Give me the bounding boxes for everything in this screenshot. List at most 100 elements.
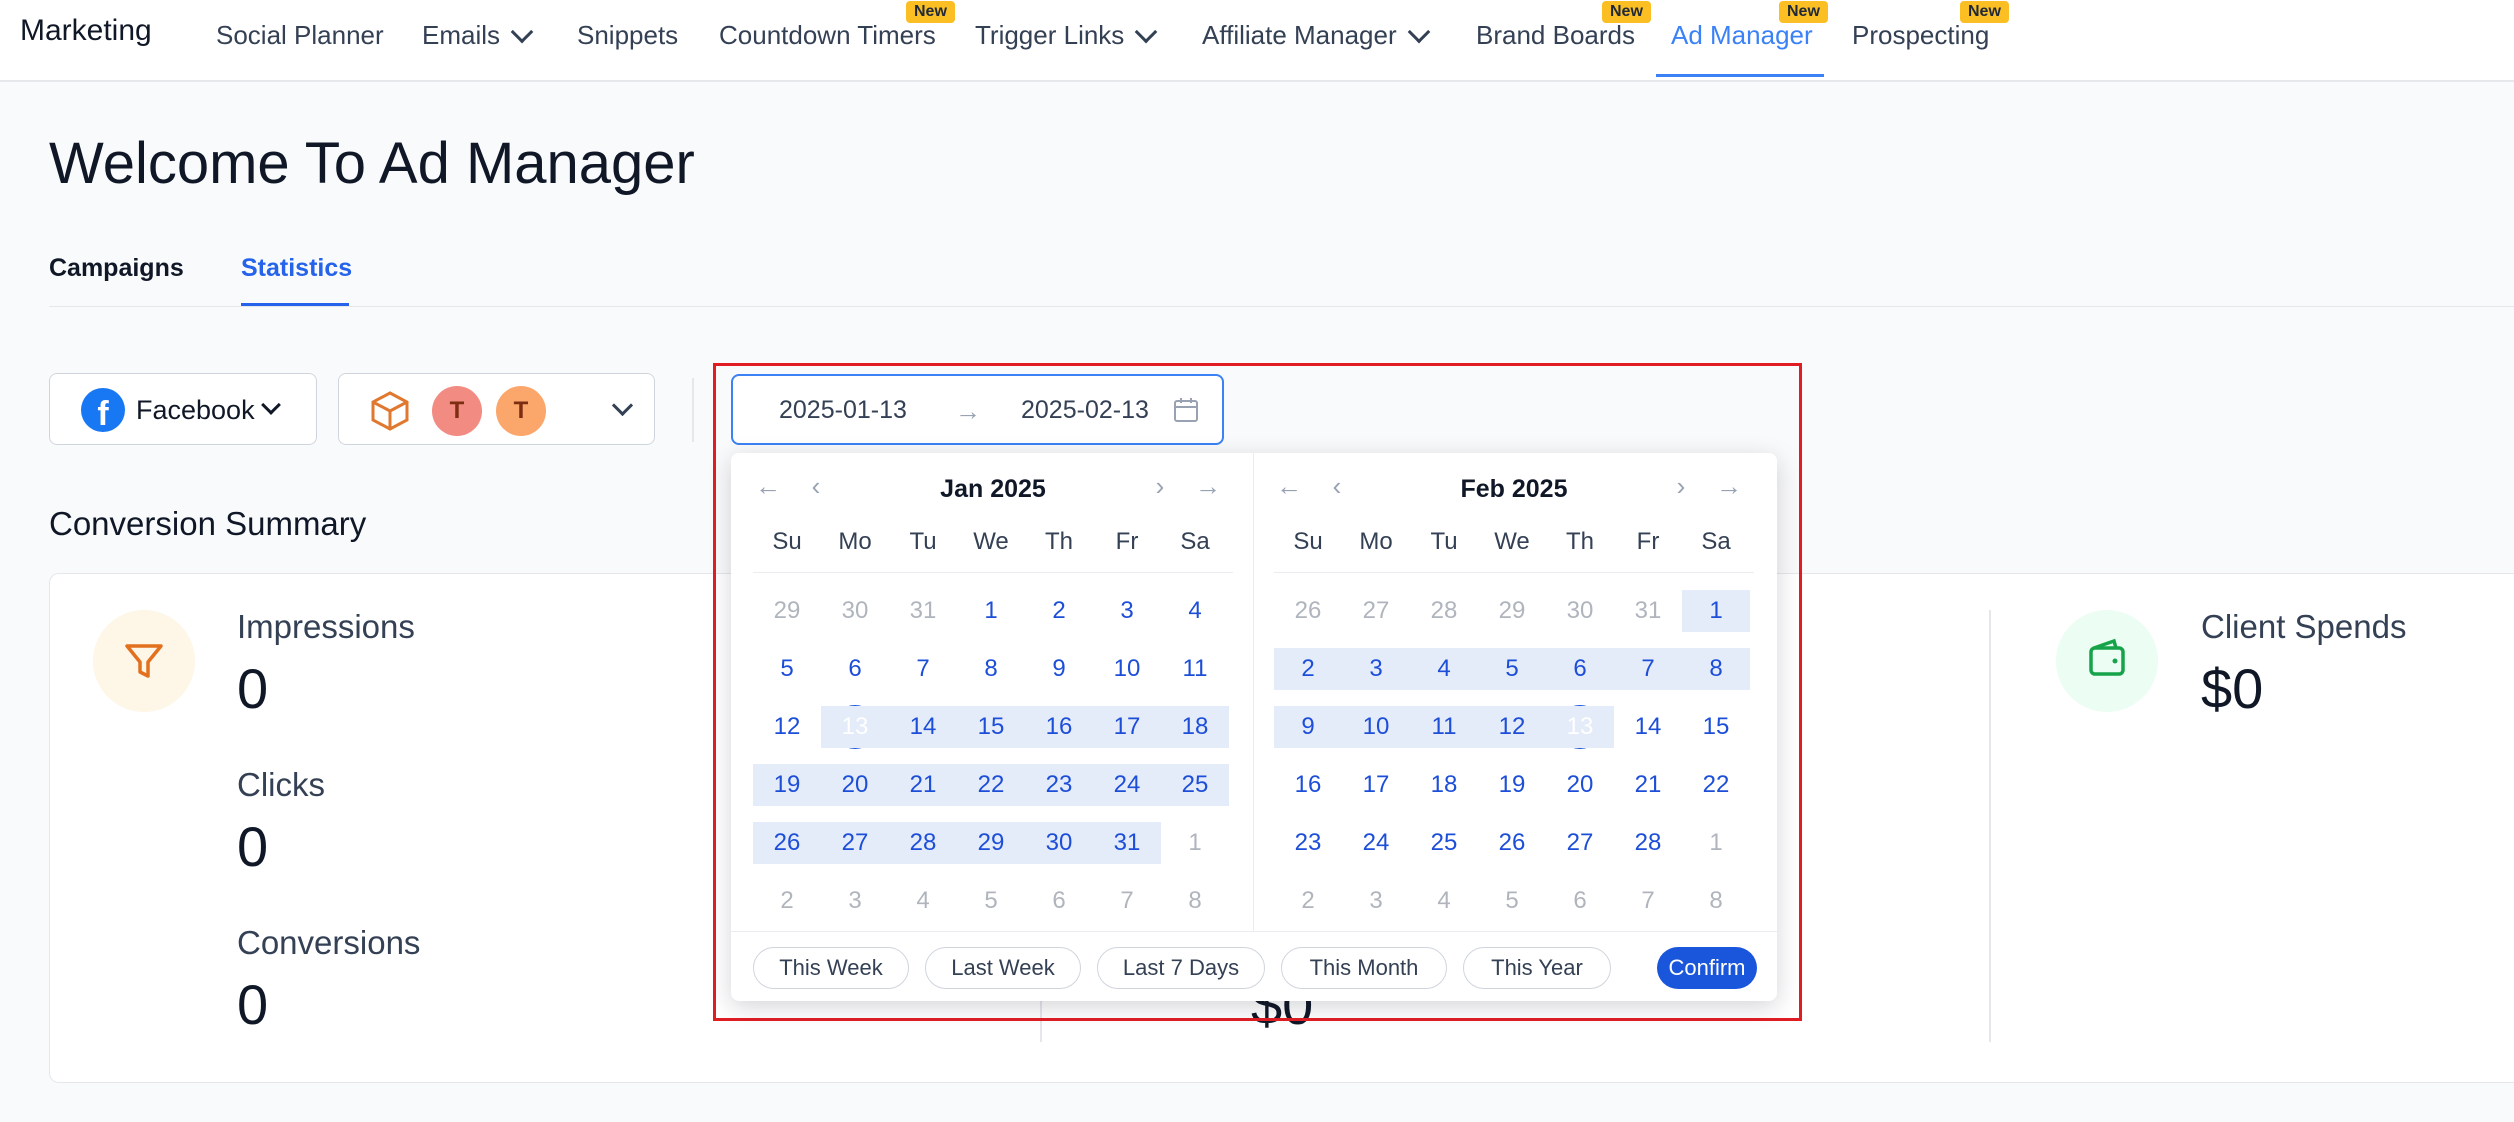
nav-countdown-timers[interactable]: Countdown Timers [719,20,936,51]
calendar-day[interactable]: 26 [1478,822,1546,864]
calendar-day[interactable]: 3 [1342,648,1410,690]
calendar-day[interactable]: 5 [957,880,1025,922]
calendar-day[interactable]: 15 [1682,706,1750,748]
calendar-day[interactable]: 2 [753,880,821,922]
date-range-input[interactable]: 2025-01-13 → 2025-02-13 [731,374,1224,445]
calendar-day[interactable]: 16 [1025,706,1093,748]
calendar-day[interactable]: 6 [1546,880,1614,922]
calendar-day[interactable]: 4 [889,880,957,922]
confirm-button[interactable]: Confirm [1657,947,1757,989]
platform-select[interactable]: f Facebook [49,373,317,445]
preset-last-week[interactable]: Last Week [925,947,1081,989]
calendar-day[interactable]: 20 [1546,764,1614,806]
calendar-day[interactable]: 19 [1478,764,1546,806]
calendar-day[interactable]: 13 [1546,705,1614,749]
calendar-day[interactable]: 6 [821,648,889,690]
calendar-day[interactable]: 29 [753,590,821,632]
calendar-day[interactable]: 13 [821,705,889,749]
calendar-day[interactable]: 17 [1093,706,1161,748]
calendar-day[interactable]: 24 [1093,764,1161,806]
tab-campaigns[interactable]: Campaigns [49,254,184,283]
calendar-day[interactable]: 16 [1274,764,1342,806]
preset-this-week[interactable]: This Week [753,947,909,989]
calendar-day[interactable]: 28 [1410,590,1478,632]
calendar-day[interactable]: 15 [957,706,1025,748]
calendar-day[interactable]: 30 [821,590,889,632]
calendar-day[interactable]: 5 [1478,880,1546,922]
calendar-day[interactable]: 3 [1093,590,1161,632]
calendar-day[interactable]: 2 [1274,648,1342,690]
calendar-day[interactable]: 19 [753,764,821,806]
calendar-day[interactable]: 20 [821,764,889,806]
preset-last-7-days[interactable]: Last 7 Days [1097,947,1265,989]
calendar-day[interactable]: 21 [1614,764,1682,806]
calendar-day[interactable]: 31 [1614,590,1682,632]
calendar-day[interactable]: 4 [1410,880,1478,922]
calendar-day[interactable]: 27 [1546,822,1614,864]
calendar-day[interactable]: 11 [1410,706,1478,748]
calendar-day[interactable]: 30 [1025,822,1093,864]
account-select[interactable]: T T [338,373,655,445]
calendar-day[interactable]: 2 [1274,880,1342,922]
calendar-day[interactable]: 1 [957,590,1025,632]
calendar-day[interactable]: 9 [1274,706,1342,748]
start-date-value[interactable]: 2025-01-13 [779,396,907,425]
calendar-day[interactable]: 23 [1025,764,1093,806]
preset-this-year[interactable]: This Year [1463,947,1611,989]
calendar-day[interactable]: 4 [1410,648,1478,690]
calendar-day[interactable]: 22 [1682,764,1750,806]
calendar-day[interactable]: 25 [1410,822,1478,864]
calendar-day[interactable]: 7 [1093,880,1161,922]
calendar-day[interactable]: 1 [1682,822,1750,864]
calendar-day[interactable]: 8 [1682,880,1750,922]
calendar-day[interactable]: 18 [1161,706,1229,748]
calendar-day[interactable]: 27 [1342,590,1410,632]
calendar-day[interactable]: 28 [889,822,957,864]
preset-this-month[interactable]: This Month [1281,947,1447,989]
calendar-day[interactable]: 6 [1025,880,1093,922]
calendar-day[interactable]: 26 [753,822,821,864]
calendar-day[interactable]: 14 [889,706,957,748]
calendar-day[interactable]: 7 [889,648,957,690]
calendar-day[interactable]: 23 [1274,822,1342,864]
calendar-day[interactable]: 12 [753,706,821,748]
calendar-day[interactable]: 29 [957,822,1025,864]
calendar-day[interactable]: 18 [1410,764,1478,806]
nav-social-planner[interactable]: Social Planner [216,20,384,51]
calendar-day[interactable]: 4 [1161,590,1229,632]
calendar-day[interactable]: 1 [1161,822,1229,864]
calendar-day[interactable]: 1 [1682,590,1750,632]
calendar-day[interactable]: 5 [1478,648,1546,690]
calendar-day[interactable]: 29 [1478,590,1546,632]
calendar-day[interactable]: 8 [1161,880,1229,922]
calendar-day[interactable]: 14 [1614,706,1682,748]
calendar-day[interactable]: 8 [1682,648,1750,690]
nav-emails[interactable]: Emails [422,20,534,51]
calendar-day[interactable]: 8 [957,648,1025,690]
tab-statistics[interactable]: Statistics [241,254,352,283]
calendar-day[interactable]: 27 [821,822,889,864]
end-date-value[interactable]: 2025-02-13 [1021,396,1149,425]
calendar-day[interactable]: 24 [1342,822,1410,864]
calendar-day[interactable]: 31 [889,590,957,632]
nav-snippets[interactable]: Snippets [577,20,678,51]
calendar-day[interactable]: 3 [821,880,889,922]
calendar-day[interactable]: 7 [1614,880,1682,922]
calendar-day[interactable]: 22 [957,764,1025,806]
calendar-day[interactable]: 11 [1161,648,1229,690]
calendar-day[interactable]: 3 [1342,880,1410,922]
calendar-day[interactable]: 7 [1614,648,1682,690]
calendar-day[interactable]: 30 [1546,590,1614,632]
calendar-day[interactable]: 2 [1025,590,1093,632]
nav-ad-manager[interactable]: Ad Manager [1671,20,1813,51]
calendar-day[interactable]: 25 [1161,764,1229,806]
calendar-day[interactable]: 10 [1342,706,1410,748]
calendar-day[interactable]: 28 [1614,822,1682,864]
calendar-day[interactable]: 10 [1093,648,1161,690]
nav-prospecting[interactable]: Prospecting [1852,20,1989,51]
nav-affiliate-manager[interactable]: Affiliate Manager [1202,20,1430,51]
nav-trigger-links[interactable]: Trigger Links [975,20,1158,51]
calendar-day[interactable]: 9 [1025,648,1093,690]
nav-brand-boards[interactable]: Brand Boards [1476,20,1635,51]
calendar-day[interactable]: 5 [753,648,821,690]
